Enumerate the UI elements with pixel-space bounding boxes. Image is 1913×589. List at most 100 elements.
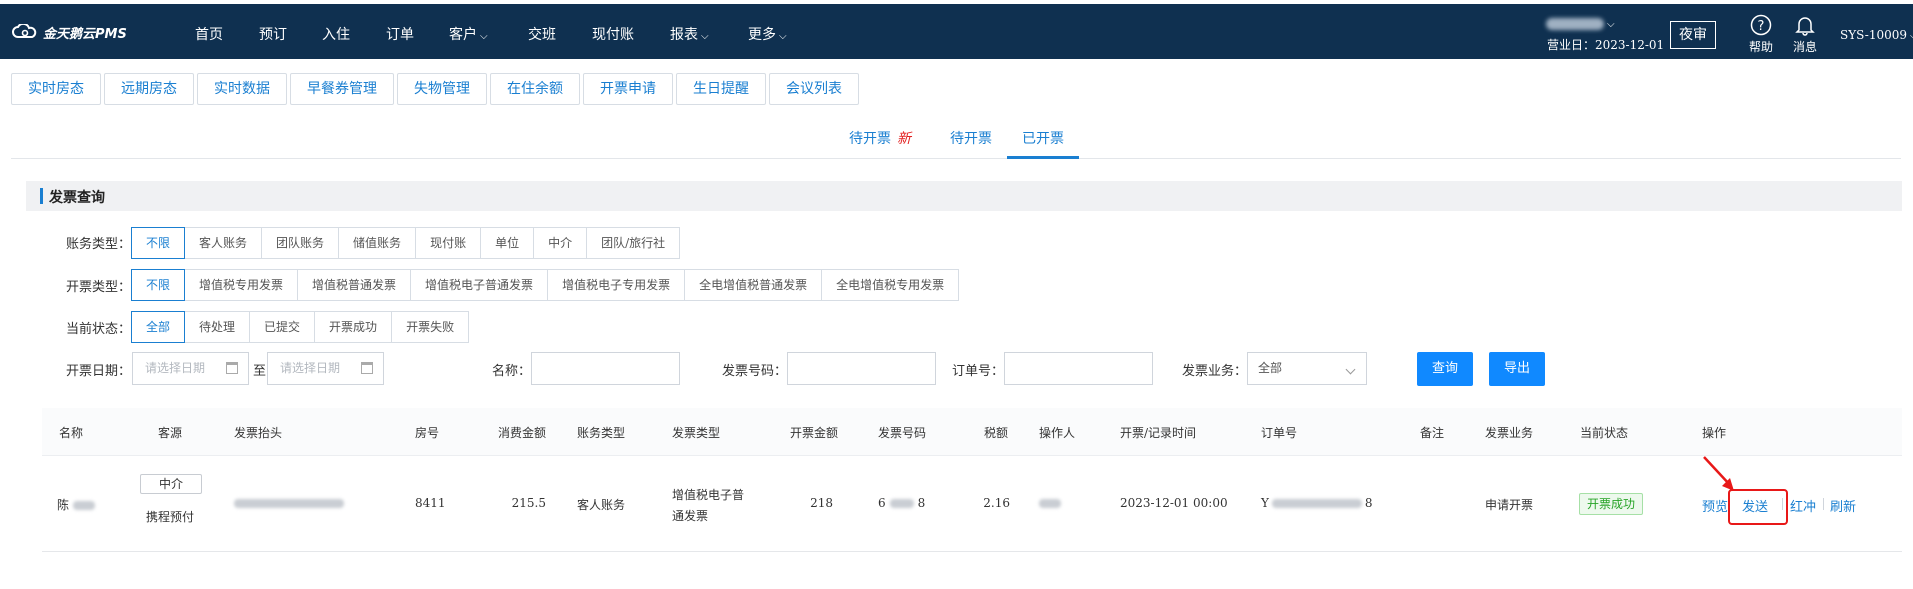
cloud-logo-icon [12,22,38,41]
column-header: 开票金额 [790,426,839,440]
nav-reports[interactable]: 报表 ⌵ [670,24,709,44]
start-date-placeholder: 请选择日期 [145,361,206,375]
invoice-type-option[interactable]: 增值税电子普通发票 [410,269,549,301]
messages-label: 消息 [1793,40,1818,54]
calendar-icon [361,362,373,374]
status-option[interactable]: 开票失败 [391,311,470,343]
cell-source: 携程预付 [146,510,195,524]
invoice-business-select[interactable]: 全部 [1247,352,1367,385]
chevron-down-icon: ⌵ [701,31,709,42]
tab-birthday-reminder[interactable]: 生日提醒 [676,73,766,105]
invoice-number-input[interactable] [787,352,936,385]
status-label: 当前状态： [66,322,132,337]
status-option[interactable]: 全部 [131,311,186,343]
order-number-input[interactable] [1004,352,1153,385]
tab-pending-invoice-new[interactable]: 待开票新 [849,128,911,148]
masked-text [1271,499,1362,508]
tab-realtime-room-status[interactable]: 实时房态 [11,73,101,105]
account-type-option[interactable]: 单位 [480,227,535,259]
cell-invoice-type-line2: 通发票 [672,509,709,523]
query-button[interactable]: 查询 [1417,352,1473,386]
tab-meeting-list[interactable]: 会议列表 [769,73,859,105]
invoice-type-filter: 不限 增值税专用发票 增值税普通发票 增值税电子普通发票 增值税电子专用发票 全… [131,269,960,301]
cell-tax: 2.16 [983,496,1010,510]
user-menu[interactable]: SYS-10009⌵ [1840,28,1913,42]
section-accent-bar [40,188,43,204]
source-badge: 中介 [140,474,202,494]
column-header: 发票号码 [878,426,927,440]
nav-customers[interactable]: 客户 ⌵ [449,24,488,44]
start-date-picker[interactable]: 请选择日期 [132,352,249,385]
status-option[interactable]: 待处理 [184,311,251,343]
svg-text:?: ? [1758,19,1765,34]
export-button[interactable]: 导出 [1489,352,1545,386]
account-type-option[interactable]: 储值账务 [338,227,417,259]
tab-lost-and-found[interactable]: 失物管理 [397,73,487,105]
new-badge: 新 [897,131,911,147]
end-date-picker[interactable]: 请选择日期 [267,352,384,385]
account-type-option[interactable]: 客人账务 [184,227,263,259]
hotel-selector[interactable]: ⌵ [1546,16,1615,31]
table-row[interactable]: 陈 中介 携程预付 8411 215.5 客人账务 增值税电子普 通发票 218… [42,456,1902,552]
masked-text [234,499,344,508]
status-filter: 全部 待处理 已提交 开票成功 开票失败 [131,311,470,343]
status-option[interactable]: 已提交 [249,311,316,343]
calendar-icon [226,362,238,374]
invoice-type-option[interactable]: 增值税普通发票 [297,269,412,301]
tab-in-house-balance[interactable]: 在住余额 [490,73,580,105]
bell-icon [1793,14,1817,36]
tab-issued-invoice[interactable]: 已开票 [1022,128,1064,148]
red-reverse-link[interactable]: 红冲 [1790,496,1816,515]
cell-invoice-type-line1: 增值税电子普 [672,488,745,502]
cell-operator [1039,496,1061,510]
invoice-type-option[interactable]: 不限 [131,269,186,301]
column-header: 税额 [984,426,1009,440]
column-header: 操作 [1702,426,1727,440]
invoice-number-label: 发票号码： [722,364,788,379]
nav-checkin[interactable]: 入住 [322,24,350,44]
account-type-option[interactable]: 中介 [533,227,588,259]
nav-home[interactable]: 首页 [195,24,223,44]
tab-invoice-application[interactable]: 开票申请 [583,73,673,105]
masked-text [889,499,914,508]
nav-more[interactable]: 更多 ⌵ [748,24,787,44]
account-type-option[interactable]: 团队/旅行社 [586,227,681,259]
order-number-label: 订单号： [952,364,1005,379]
action-divider [1823,498,1824,510]
sub-tab-divider [11,158,1901,159]
invoice-type-option[interactable]: 增值税专用发票 [184,269,299,301]
night-audit-button[interactable]: 夜审 [1670,21,1716,49]
tab-pending-invoice[interactable]: 待开票 [950,128,992,148]
chevron-down-icon: ⌵ [779,31,787,42]
invoice-type-option[interactable]: 全电增值税专用发票 [821,269,960,301]
tab-breakfast-coupons[interactable]: 早餐券管理 [290,73,394,105]
nav-reservation[interactable]: 预订 [259,24,287,44]
column-header: 名称 [59,426,84,440]
column-header: 房号 [415,426,440,440]
tab-realtime-data[interactable]: 实时数据 [197,73,287,105]
account-type-option[interactable]: 团队账务 [261,227,340,259]
nav-cash-account[interactable]: 现付账 [592,24,634,44]
refresh-link[interactable]: 刷新 [1830,496,1856,515]
account-type-option[interactable]: 不限 [131,227,186,259]
invoice-business-label: 发票业务： [1182,364,1248,379]
help-button[interactable]: ? 帮助 [1749,14,1773,55]
app-logo[interactable]: 金天鹅云PMS [12,22,127,42]
cell-invoice-amount: 218 [810,496,833,510]
cell-amount: 215.5 [511,496,546,510]
chevron-down-icon: ⌵ [1607,19,1615,30]
messages-button[interactable]: 消息 [1793,14,1817,55]
status-option[interactable]: 开票成功 [314,311,393,343]
invoice-type-option[interactable]: 全电增值税普通发票 [684,269,823,301]
cell-invoice-title [234,496,344,510]
function-tabs: 实时房态 远期房态 实时数据 早餐券管理 失物管理 在住余额 开票申请 生日提醒… [11,73,859,105]
column-header: 当前状态 [1580,426,1629,440]
preview-link[interactable]: 预览 [1702,496,1728,515]
account-type-option[interactable]: 现付账 [415,227,482,259]
nav-orders[interactable]: 订单 [386,24,414,44]
nav-shift[interactable]: 交班 [528,24,556,44]
invoice-type-option[interactable]: 增值税电子专用发票 [547,269,686,301]
app-logo-text: 金天鹅云PMS [43,27,127,42]
tab-future-room-status[interactable]: 远期房态 [104,73,194,105]
name-input[interactable] [531,352,680,385]
